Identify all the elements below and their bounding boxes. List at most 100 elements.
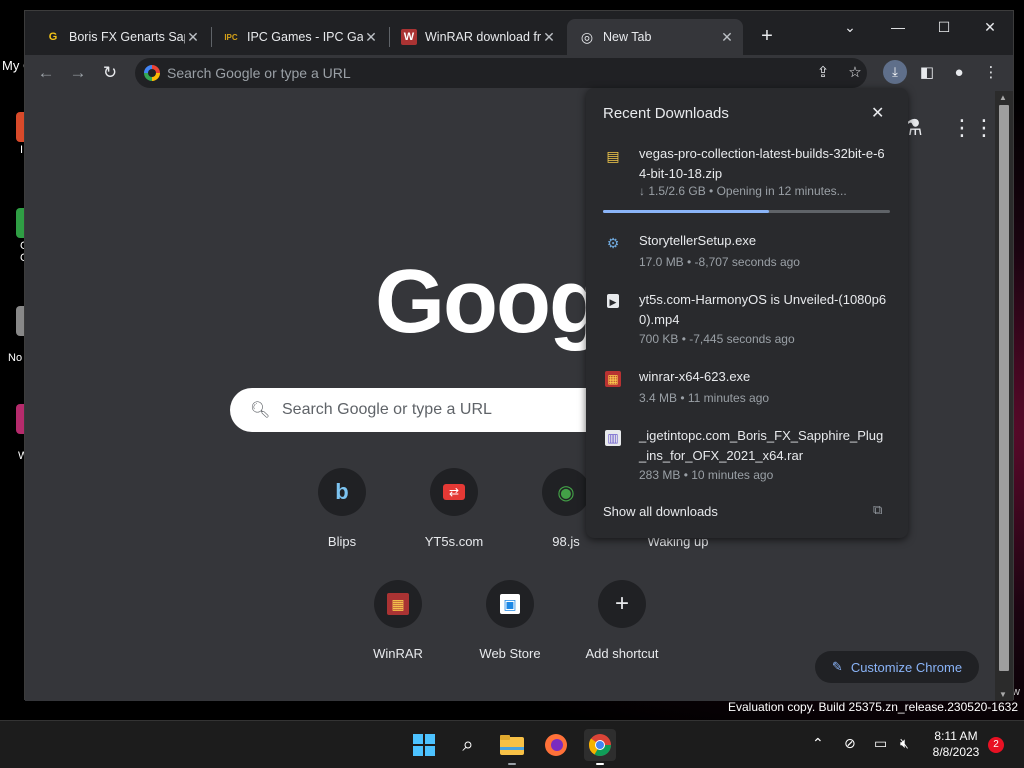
winrar-icon: ▦ — [374, 580, 422, 628]
display-icon[interactable]: ▭ — [874, 735, 887, 752]
download-status: 17.0 MB • -8,707 seconds ago — [639, 255, 800, 269]
show-all-downloads-link[interactable]: Show all downloads — [603, 504, 718, 519]
tab-boris-fx[interactable]: G Boris FX Genarts Sapphire ✕ — [33, 19, 209, 55]
menu-kebab-icon[interactable]: ⋮ — [981, 63, 1001, 83]
windows-taskbar: ⌕ ⌃ ⊘ ▭ 🔇︎ 8:11 AM 8/8/2023 2 — [0, 720, 1024, 768]
download-item[interactable]: ▥ _igetintopc.com_Boris_FX_Sapphire_Plug… — [603, 426, 893, 486]
zip-file-icon: ▤ — [606, 148, 620, 164]
tab-title: New Tab — [603, 30, 652, 44]
shortcut-label: Add shortcut — [585, 646, 659, 661]
reload-icon[interactable]: ↻ — [97, 61, 123, 87]
winrar-file-icon: ▦ — [605, 371, 621, 387]
customize-label: Customize Chrome — [850, 659, 963, 675]
download-item[interactable]: ▦ winrar-x64-623.exe 3.4 MB • 11 minutes… — [603, 367, 893, 407]
tray-chevron-up-icon[interactable]: ⌃ — [812, 735, 824, 752]
download-filename: StorytellerSetup.exe — [639, 233, 757, 248]
customize-chrome-button[interactable]: ✎ Customize Chrome — [815, 651, 979, 683]
omnibox[interactable] — [135, 58, 867, 88]
running-indicator — [596, 763, 604, 765]
notification-badge[interactable]: 2 — [988, 737, 1004, 753]
tab-new-tab[interactable]: ◎ New Tab ✕ — [567, 19, 743, 55]
search-icon: 🔍︎ — [250, 402, 271, 419]
download-item[interactable]: ▤ vegas-pro-collection-latest-builds-32b… — [603, 144, 893, 214]
downloads-bubble: Recent Downloads ✕ ▤ vegas-pro-collectio… — [586, 88, 908, 538]
google-logo: Goog — [375, 252, 604, 352]
installer-file-icon: ⚙ — [606, 235, 620, 251]
download-progress-fill — [603, 210, 770, 213]
shortcut-yt5s[interactable]: ⇄ YT5s.com — [398, 468, 510, 568]
download-status: ↓ 1.5/2.6 GB • Opening in 12 minutes... — [639, 184, 847, 198]
browser-toolbar: ← → ↻ ⇪ ☆ ⤓ ◧ ● ⋮ — [25, 55, 1013, 91]
shortcut-web-store[interactable]: ▣ Web Store — [454, 580, 566, 680]
scrollbar-thumb[interactable] — [999, 105, 1009, 671]
download-filename: yt5s.com-HarmonyOS is Unveiled-(1080p60)… — [639, 292, 887, 327]
tab-strip: G Boris FX Genarts Sapphire ✕ IPC IPC Ga… — [25, 11, 1013, 55]
profile-icon[interactable]: ● — [949, 63, 969, 83]
forward-arrow-icon[interactable]: → — [65, 61, 91, 87]
boris-fx-favicon-icon: G — [48, 31, 58, 43]
omnibox-input[interactable] — [167, 58, 767, 88]
download-status: 3.4 MB • 11 minutes ago — [639, 391, 770, 405]
chrome-favicon-icon: ◎ — [580, 28, 594, 45]
download-icon[interactable]: ⤓ — [883, 60, 907, 84]
windows-start-icon[interactable] — [408, 729, 440, 761]
tab-close-icon[interactable]: ✕ — [185, 29, 201, 46]
download-filename: winrar-x64-623.exe — [639, 369, 751, 384]
desktop-icon[interactable]: No — [4, 306, 30, 364]
file-explorer-icon[interactable] — [496, 729, 528, 761]
apps-grid-icon[interactable]: ⋮⋮ — [951, 115, 995, 141]
new-tab-button[interactable]: + — [755, 25, 779, 49]
yt5s-icon: ⇄ — [430, 468, 478, 516]
98js-globe-icon: ◉ — [542, 468, 590, 516]
tab-title: WinRAR download free — [425, 30, 541, 44]
maximize-button[interactable]: ☐ — [921, 15, 967, 43]
volume-icon[interactable]: 🔇︎ — [900, 735, 909, 752]
google-g-icon — [144, 65, 160, 81]
tab-title: IPC Games - IPC Games — [247, 30, 363, 44]
video-file-icon: ▶ — [607, 294, 619, 308]
downloads-title: Recent Downloads — [603, 105, 729, 122]
star-icon[interactable]: ☆ — [845, 63, 865, 83]
web-store-icon: ▣ — [486, 580, 534, 628]
tab-ipc-games[interactable]: IPC IPC Games - IPC Games ✕ — [211, 19, 387, 55]
download-status: 283 MB • 10 minutes ago — [639, 468, 774, 482]
tab-close-icon[interactable]: ✕ — [719, 29, 735, 46]
desktop-icon[interactable]: W — [4, 404, 30, 462]
close-icon[interactable]: ✕ — [871, 103, 884, 123]
minimize-button[interactable]: — — [875, 15, 921, 43]
side-panel-icon[interactable]: ◧ — [917, 63, 937, 83]
chrome-taskbar-icon[interactable] — [584, 729, 616, 761]
taskbar-clock[interactable]: 8:11 AM 8/8/2023 — [928, 728, 984, 760]
download-item[interactable]: ⚙ StorytellerSetup.exe 17.0 MB • -8,707 … — [603, 231, 893, 271]
desktop-icon-label: No — [8, 352, 23, 364]
blips-icon: b — [318, 468, 366, 516]
shortcut-label: Web Store — [479, 646, 541, 661]
desktop-icon[interactable]: G C — [4, 208, 30, 264]
download-filename: vegas-pro-collection-latest-builds-32bit… — [639, 146, 885, 181]
plus-icon: + — [598, 580, 646, 628]
open-external-icon[interactable]: ⧉ — [873, 502, 882, 518]
download-progress-bar — [603, 210, 890, 213]
share-icon[interactable]: ⇪ — [813, 63, 833, 83]
tab-close-icon[interactable]: ✕ — [541, 29, 557, 46]
network-icon[interactable]: ⊘ — [844, 735, 856, 752]
close-window-button[interactable]: ✕ — [967, 15, 1013, 43]
shortcut-label: YT5s.com — [424, 534, 484, 549]
download-filename: _igetintopc.com_Boris_FX_Sapphire_Plug_i… — [639, 428, 884, 463]
scroll-down-arrow-icon[interactable]: ▼ — [999, 690, 1007, 699]
desktop-icon[interactable]: I — [4, 112, 30, 156]
download-item[interactable]: ▶ yt5s.com-HarmonyOS is Unveiled-(1080p6… — [603, 290, 893, 350]
tab-title: Boris FX Genarts Sapphire — [69, 30, 185, 44]
scroll-up-arrow-icon[interactable]: ▲ — [999, 93, 1007, 102]
firefox-icon[interactable] — [540, 729, 572, 761]
tab-close-icon[interactable]: ✕ — [363, 29, 379, 46]
shortcut-blips[interactable]: b Blips — [286, 468, 398, 568]
shortcut-add[interactable]: + Add shortcut — [566, 580, 678, 680]
tab-winrar[interactable]: W WinRAR download free ✕ — [389, 19, 565, 55]
taskbar-search-icon[interactable]: ⌕ — [452, 729, 484, 761]
back-arrow-icon[interactable]: ← — [33, 61, 59, 87]
page-scrollbar[interactable]: ▲ ▼ — [995, 91, 1013, 701]
shortcut-winrar[interactable]: ▦ WinRAR — [342, 580, 454, 680]
tab-search-chevron-down-icon[interactable]: ⌄ — [827, 15, 873, 43]
clock-time: 8:11 AM — [934, 729, 978, 743]
